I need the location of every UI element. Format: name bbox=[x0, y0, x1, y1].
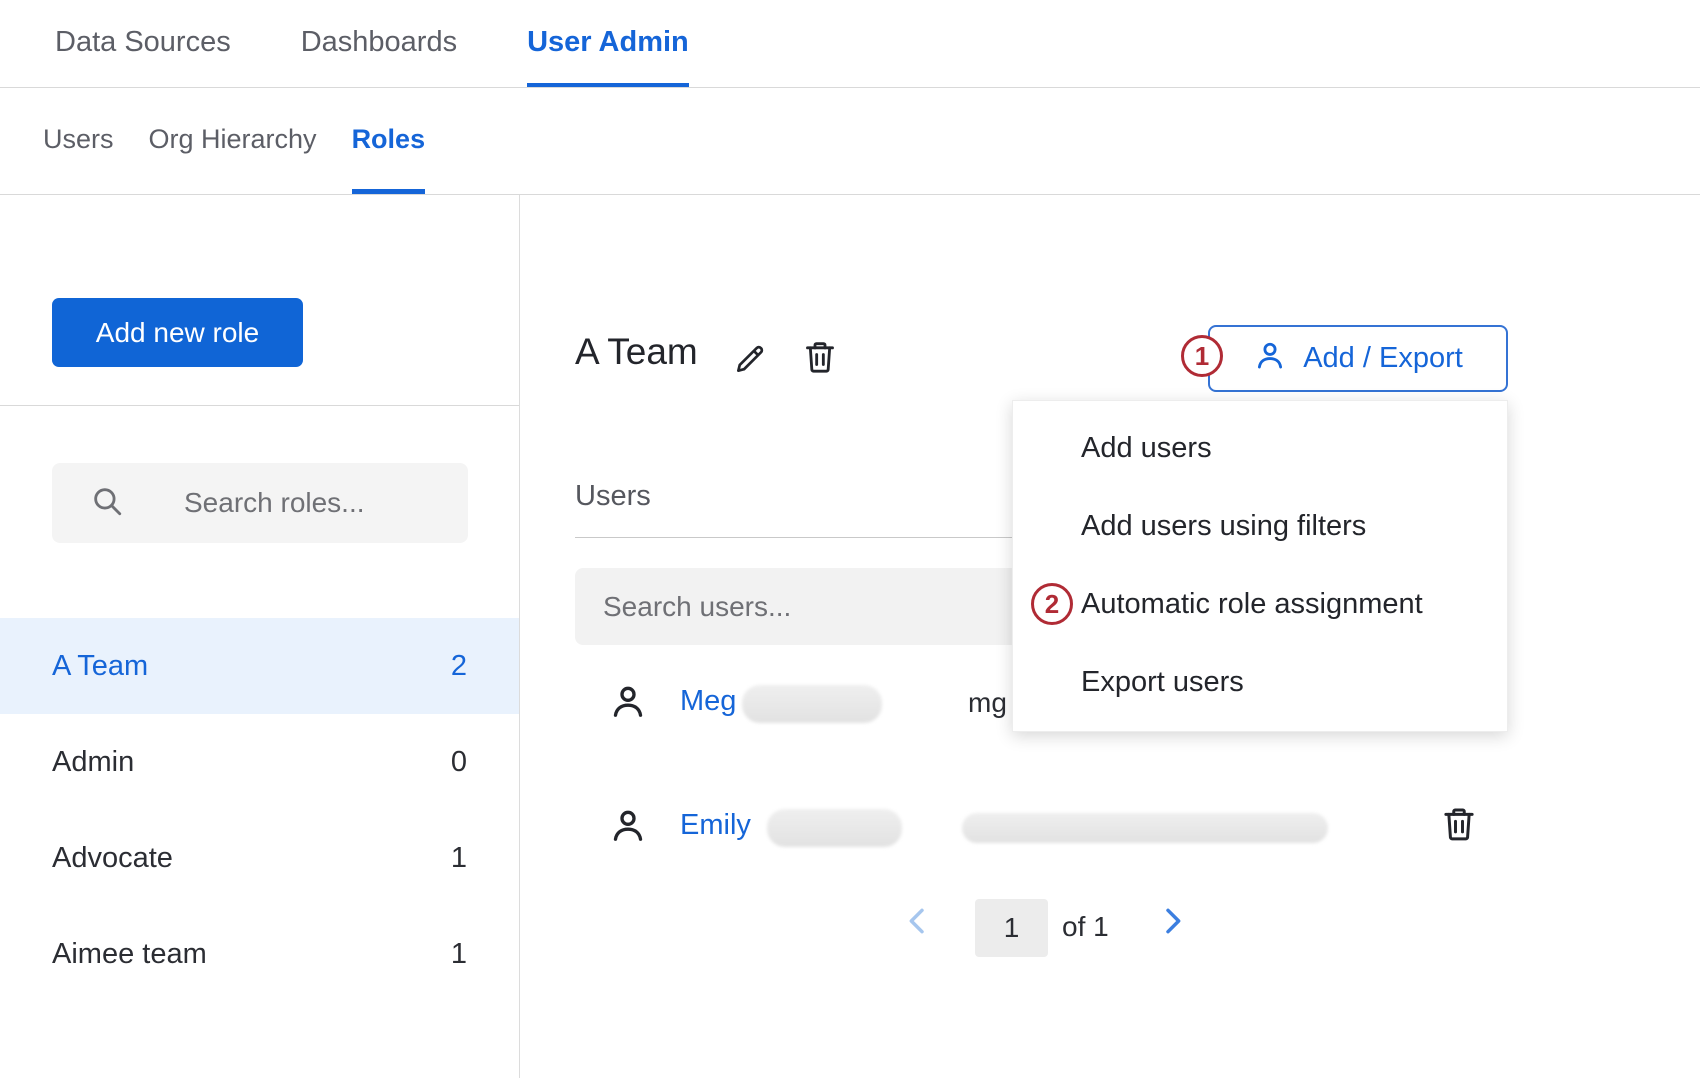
role-count: 1 bbox=[451, 842, 467, 875]
role-count: 2 bbox=[451, 650, 467, 683]
pagination-next-button[interactable] bbox=[1156, 905, 1188, 940]
redacted-last-name bbox=[742, 685, 882, 723]
role-row-aimee-team[interactable]: Aimee team 1 bbox=[0, 906, 519, 1002]
role-count: 0 bbox=[451, 746, 467, 779]
tab-dashboards[interactable]: Dashboards bbox=[301, 0, 457, 87]
users-column-header: Users bbox=[575, 480, 651, 513]
annotation-step-2-badge: 2 bbox=[1031, 583, 1073, 625]
page-title: A Team bbox=[575, 331, 698, 373]
roles-sidebar: Add new role A Team 2 Admin 0 Advocate 1 bbox=[0, 195, 520, 1078]
redacted-email bbox=[962, 813, 1328, 843]
trash-icon bbox=[800, 365, 840, 380]
chevron-left-icon bbox=[902, 925, 934, 940]
role-list: A Team 2 Admin 0 Advocate 1 Aimee team 1 bbox=[0, 618, 519, 1002]
pencil-icon bbox=[732, 365, 770, 380]
pagination-current-page[interactable]: 1 bbox=[975, 899, 1048, 957]
role-name: A Team bbox=[52, 650, 148, 683]
edit-role-button[interactable] bbox=[732, 339, 770, 380]
add-export-button[interactable]: Add / Export bbox=[1208, 325, 1508, 392]
role-detail-panel: A Team 1 bbox=[520, 195, 1700, 1078]
role-name: Advocate bbox=[52, 842, 173, 875]
secondary-nav: Users Org Hierarchy Roles bbox=[0, 88, 1700, 195]
role-name: Aimee team bbox=[52, 938, 207, 971]
add-export-menu: Add users Add users using filters 2 Auto… bbox=[1012, 400, 1508, 732]
page: Data Sources Dashboards User Admin Users… bbox=[0, 0, 1700, 1078]
menu-item-export-users[interactable]: Export users bbox=[1013, 643, 1507, 721]
primary-nav: Data Sources Dashboards User Admin bbox=[0, 0, 1700, 88]
role-name: Admin bbox=[52, 746, 134, 779]
role-row-admin[interactable]: Admin 0 bbox=[0, 714, 519, 810]
tab-data-sources[interactable]: Data Sources bbox=[55, 0, 231, 87]
user-name-link[interactable]: Meg bbox=[680, 685, 736, 718]
tab-user-admin[interactable]: User Admin bbox=[527, 0, 689, 87]
search-icon bbox=[90, 484, 124, 523]
person-icon bbox=[608, 681, 648, 726]
annotation-step-1-badge: 1 bbox=[1181, 335, 1223, 377]
tab-org-hierarchy[interactable]: Org Hierarchy bbox=[149, 88, 317, 194]
role-count: 1 bbox=[451, 938, 467, 971]
search-roles-input[interactable] bbox=[184, 487, 430, 519]
trash-icon bbox=[1438, 833, 1480, 848]
redacted-last-name bbox=[767, 809, 902, 847]
delete-role-button[interactable] bbox=[800, 337, 840, 380]
add-new-role-button[interactable]: Add new role bbox=[52, 298, 303, 367]
tab-roles[interactable]: Roles bbox=[352, 88, 426, 194]
role-row-advocate[interactable]: Advocate 1 bbox=[0, 810, 519, 906]
chevron-right-icon bbox=[1156, 925, 1188, 940]
add-export-label: Add / Export bbox=[1303, 342, 1463, 375]
user-email: mg bbox=[968, 687, 1007, 719]
search-roles-box bbox=[52, 463, 468, 543]
person-icon bbox=[608, 805, 648, 850]
menu-item-add-users[interactable]: Add users bbox=[1013, 409, 1507, 487]
remove-user-button[interactable] bbox=[1438, 803, 1480, 848]
pagination-previous-button[interactable] bbox=[902, 905, 934, 940]
user-name-link[interactable]: Emily bbox=[680, 809, 751, 842]
role-row-a-team[interactable]: A Team 2 bbox=[0, 618, 519, 714]
sidebar-divider bbox=[0, 405, 519, 406]
person-icon bbox=[1253, 338, 1287, 380]
menu-item-label: Automatic role assignment bbox=[1081, 588, 1423, 621]
pagination-total-label: of 1 bbox=[1062, 911, 1109, 943]
menu-item-automatic-role-assignment[interactable]: 2 Automatic role assignment bbox=[1013, 565, 1507, 643]
menu-item-add-users-using-filters[interactable]: Add users using filters bbox=[1013, 487, 1507, 565]
tab-users[interactable]: Users bbox=[43, 88, 114, 194]
